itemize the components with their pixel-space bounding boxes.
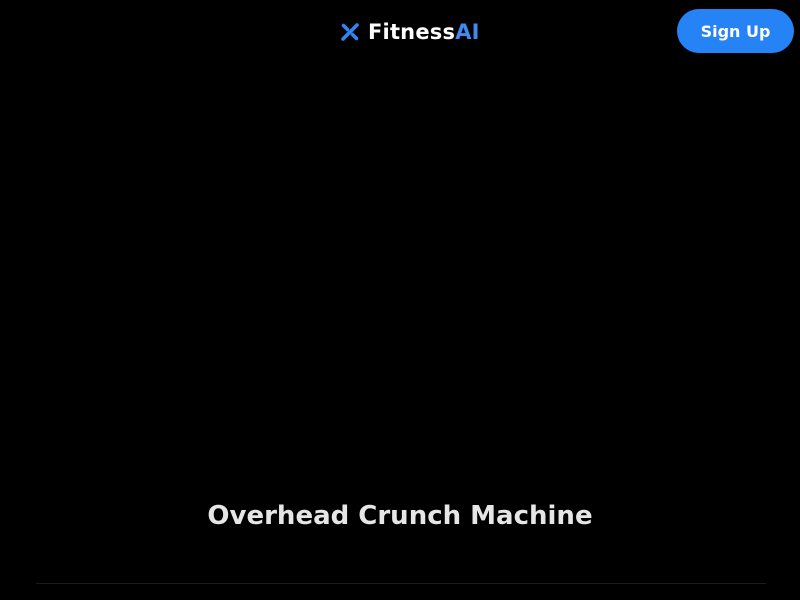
page: FitnessAI Sign Up Overhead Crunch Machin… xyxy=(0,0,800,600)
brand-name-accent: AI xyxy=(455,20,480,44)
exercise-media-area xyxy=(0,64,800,484)
brand-logo[interactable]: FitnessAI xyxy=(340,18,480,46)
brand-name-main: Fitness xyxy=(368,20,456,44)
header: FitnessAI Sign Up xyxy=(0,0,800,64)
brand-name: FitnessAI xyxy=(368,20,480,44)
sign-up-button[interactable]: Sign Up xyxy=(677,9,794,53)
fitnessai-logo-icon xyxy=(340,22,360,42)
section-divider xyxy=(36,583,766,584)
exercise-title: Overhead Crunch Machine xyxy=(207,501,593,531)
